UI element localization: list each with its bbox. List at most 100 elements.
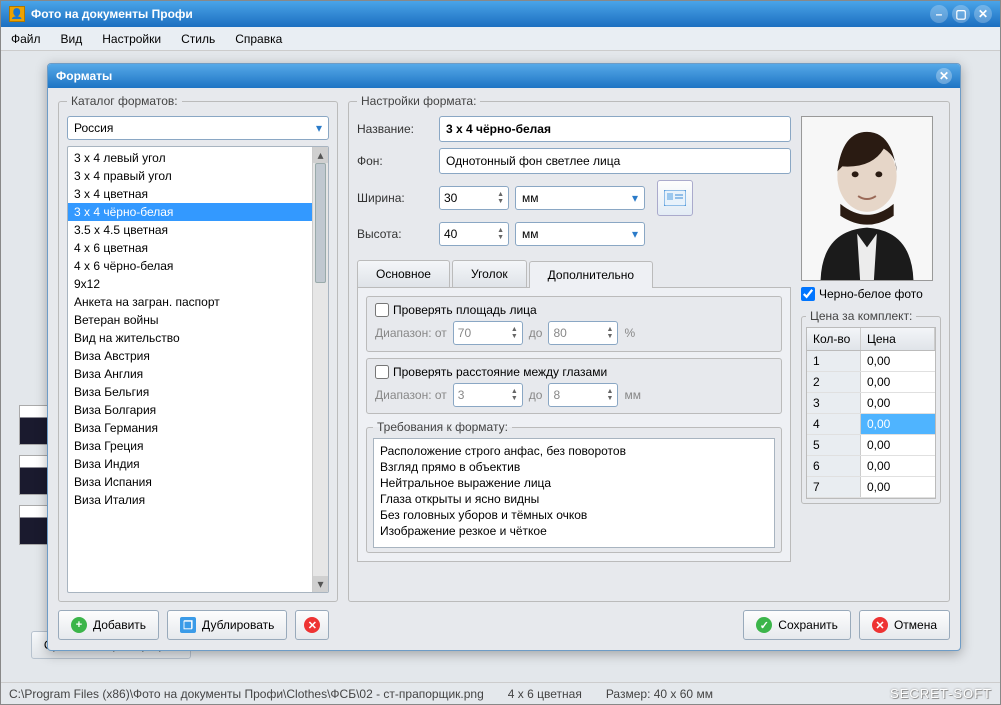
plus-icon: + [71,617,87,633]
cancel-button[interactable]: ✕Отмена [859,610,950,640]
app-title: Фото на документы Профи [31,7,193,21]
face-to-spinner[interactable]: 80▲▼ [548,321,618,345]
face-area-legend: Проверять площадь лица [393,303,537,317]
requirement-item: Взгляд прямо в объектив [380,459,768,475]
table-row[interactable]: 20,00 [807,372,935,393]
tab-corner[interactable]: Уголок [452,260,527,287]
list-item[interactable]: 9x12 [68,275,312,293]
list-item[interactable]: Анкета на загран. паспорт [68,293,312,311]
scroll-up-icon[interactable]: ▴ [313,147,328,163]
menu-view[interactable]: Вид [57,30,87,48]
eye-from-label: Диапазон: от [375,388,447,402]
status-format: 4 x 6 цветная [508,687,582,701]
table-row[interactable]: 50,00 [807,435,935,456]
tab-extra[interactable]: Дополнительно [529,261,653,288]
menu-settings[interactable]: Настройки [98,30,165,48]
eye-to-spinner[interactable]: 8▲▼ [548,383,618,407]
table-row[interactable]: 30,00 [807,393,935,414]
table-row[interactable]: 60,00 [807,456,935,477]
table-row[interactable]: 40,00 [807,414,935,435]
bw-checkbox[interactable] [801,287,815,301]
width-spinner[interactable]: 30▲▼ [439,186,509,210]
save-button[interactable]: ✓Сохранить [743,610,851,640]
status-path: C:\Program Files (x86)\Фото на документы… [9,687,484,701]
main-titlebar[interactable]: 👤 Фото на документы Профи – ▢ ✕ [1,1,1000,27]
formats-dialog: Форматы ✕ Каталог форматов: Россия ▾ 3 x… [47,63,961,651]
list-item[interactable]: Виза Индия [68,455,312,473]
list-item[interactable]: Виза Бельгия [68,383,312,401]
list-item[interactable]: Виза Австрия [68,347,312,365]
bg-label: Фон: [357,154,433,168]
list-item[interactable]: 3 x 4 правый угол [68,167,312,185]
table-row[interactable]: 10,00 [807,351,935,372]
settings-legend: Настройки формата: [357,94,480,108]
list-item[interactable]: Виза Германия [68,419,312,437]
eye-to-label: до [529,388,543,402]
copy-icon: ❐ [180,617,196,633]
list-item[interactable]: Вид на жительство [68,329,312,347]
list-item[interactable]: Виза Италия [68,491,312,509]
list-item[interactable]: Виза Испания [68,473,312,491]
requirements-legend: Требования к формату: [373,420,512,434]
face-unit: % [624,326,635,340]
name-input[interactable]: 3 x 4 чёрно-белая [439,116,791,142]
tab-extra-content: Проверять площадь лица Диапазон: от 70▲▼… [357,288,791,562]
dialog-footer: +Добавить ❐Дублировать ✕ ✓Сохранить ✕Отм… [58,608,950,642]
scroll-down-icon[interactable]: ▾ [313,576,328,592]
maximize-button[interactable]: ▢ [952,5,970,23]
price-table[interactable]: Кол-во Цена 10,0020,0030,0040,0050,0060,… [806,327,936,499]
list-item[interactable]: Ветеран войны [68,311,312,329]
list-item[interactable]: 3.5 x 4.5 цветная [68,221,312,239]
bw-label: Черно-белое фото [819,287,923,301]
requirement-item: Глаза открыты и ясно видны [380,491,768,507]
list-item[interactable]: 3 x 4 левый угол [68,149,312,167]
scroll-thumb[interactable] [315,163,326,283]
requirement-item: Без головных уборов и тёмных очков [380,507,768,523]
dialog-titlebar[interactable]: Форматы ✕ [48,64,960,88]
close-button[interactable]: ✕ [974,5,992,23]
duplicate-button[interactable]: ❐Дублировать [167,610,287,640]
menu-file[interactable]: Файл [7,30,45,48]
requirements-group: Требования к формату: Расположение строг… [366,420,782,553]
table-row[interactable]: 70,00 [807,477,935,498]
scrollbar[interactable]: ▴ ▾ [312,147,328,592]
format-listbox[interactable]: 3 x 4 левый угол3 x 4 правый угол3 x 4 ц… [67,146,329,593]
tab-main[interactable]: Основное [357,260,450,287]
add-button[interactable]: +Добавить [58,610,159,640]
name-label: Название: [357,122,433,136]
main-window: 👤 Фото на документы Профи – ▢ ✕ Файл Вид… [0,0,1001,705]
id-card-icon [664,190,686,206]
list-item[interactable]: Виза Болгария [68,401,312,419]
face-to-label: до [529,326,543,340]
bg-input[interactable]: Однотонный фон светлее лица [439,148,791,174]
catalog-legend: Каталог форматов: [67,94,182,108]
dialog-close-icon[interactable]: ✕ [936,68,952,84]
face-area-checkbox[interactable] [375,303,389,317]
eye-dist-checkbox[interactable] [375,365,389,379]
delete-button[interactable]: ✕ [295,610,329,640]
eye-dist-legend: Проверять расстояние между глазами [393,365,607,379]
height-unit-combo[interactable]: мм▾ [515,222,645,246]
settings-group: Настройки формата: Название: 3 x 4 чёрно… [348,94,950,602]
menu-style[interactable]: Стиль [177,30,219,48]
requirements-listbox[interactable]: Расположение строго анфас, без поворотов… [373,438,775,548]
face-from-spinner[interactable]: 70▲▼ [453,321,523,345]
eye-from-spinner[interactable]: 3▲▼ [453,383,523,407]
height-spinner[interactable]: 40▲▼ [439,222,509,246]
brand-watermark: SECRET-SOFT [890,686,992,701]
catalog-group: Каталог форматов: Россия ▾ 3 x 4 левый у… [58,94,338,602]
menu-help[interactable]: Справка [231,30,286,48]
list-item[interactable]: 4 x 6 цветная [68,239,312,257]
minimize-button[interactable]: – [930,5,948,23]
price-group: Цена за комплект: Кол-во Цена 10,0020,00… [801,309,941,504]
list-item[interactable]: 3 x 4 чёрно-белая [68,203,312,221]
list-item[interactable]: Виза Греция [68,437,312,455]
list-item[interactable]: Виза Англия [68,365,312,383]
menubar: Файл Вид Настройки Стиль Справка [1,27,1000,51]
price-legend: Цена за комплект: [806,309,916,323]
country-combo[interactable]: Россия ▾ [67,116,329,140]
card-preview-button[interactable] [657,180,693,216]
list-item[interactable]: 4 x 6 чёрно-белая [68,257,312,275]
width-unit-combo[interactable]: мм▾ [515,186,645,210]
list-item[interactable]: 3 x 4 цветная [68,185,312,203]
